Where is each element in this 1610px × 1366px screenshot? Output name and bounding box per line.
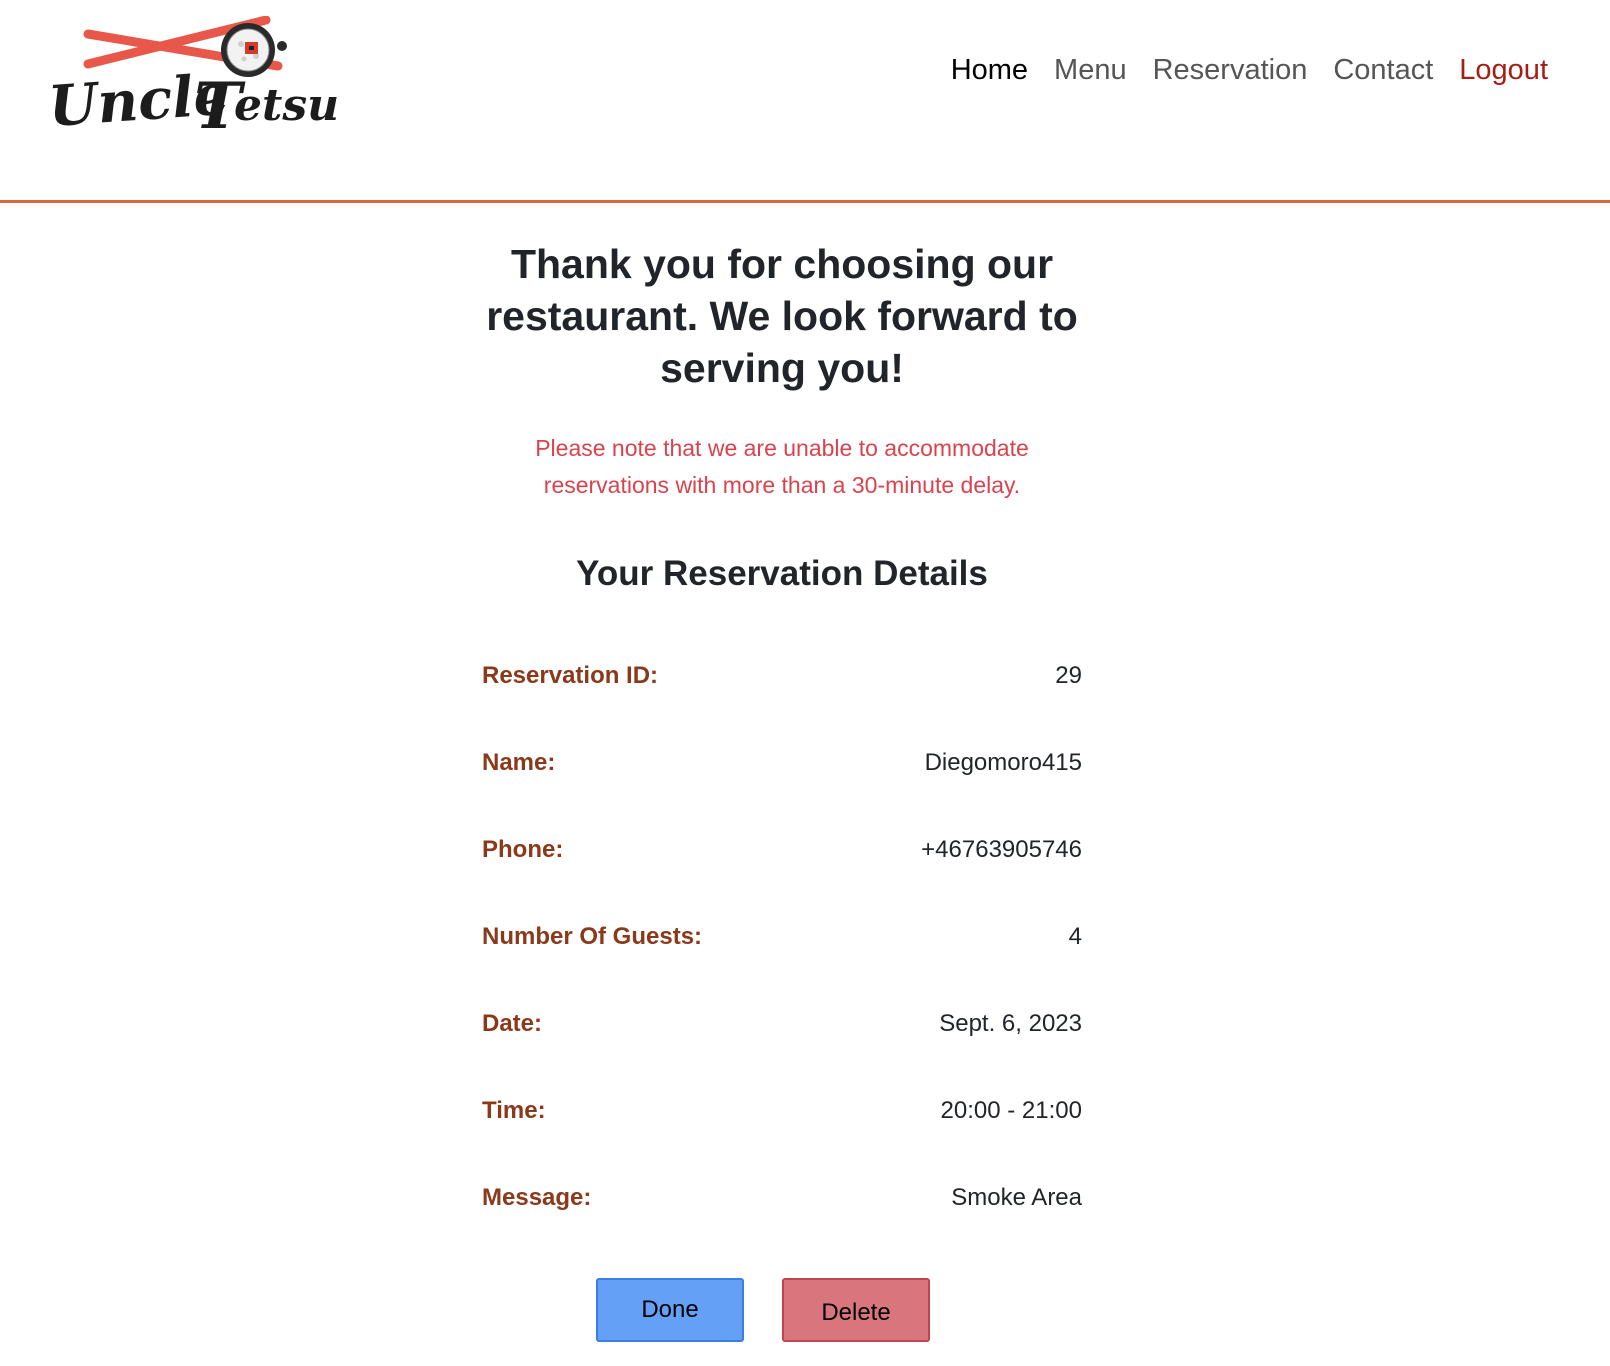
- brand-logo[interactable]: Uncle T etsu: [48, 16, 338, 156]
- action-buttons: Done Delete: [596, 1278, 930, 1342]
- main-nav: Home Menu Reservation Contact Logout: [951, 50, 1548, 90]
- detail-value: 29: [1055, 661, 1082, 689]
- detail-row-message: Message: Smoke Area: [482, 1154, 1082, 1241]
- detail-value: 4: [1068, 922, 1082, 950]
- nav-contact-link[interactable]: Contact: [1333, 50, 1433, 90]
- done-button[interactable]: Done: [596, 1278, 744, 1342]
- detail-row-name: Name: Diegomoro415: [482, 719, 1082, 806]
- detail-row-time: Time: 20:00 - 21:00: [482, 1067, 1082, 1154]
- site-header: Uncle T etsu Home Menu Reservation Conta…: [0, 0, 1610, 203]
- delay-policy-note: Please note that we are unable to accomm…: [535, 435, 1029, 498]
- delete-button[interactable]: Delete: [782, 1278, 930, 1342]
- detail-label: Message:: [482, 1183, 592, 1211]
- detail-label: Phone:: [482, 835, 564, 863]
- detail-value: Sept. 6, 2023: [939, 1009, 1082, 1037]
- detail-value: Diegomoro415: [924, 748, 1082, 776]
- detail-label: Time:: [482, 1096, 546, 1124]
- nav-menu-link[interactable]: Menu: [1054, 50, 1127, 90]
- svg-text:etsu: etsu: [234, 80, 338, 131]
- details-title: Your Reservation Details: [576, 554, 988, 593]
- detail-label: Reservation ID:: [482, 661, 659, 689]
- detail-value: 20:00 - 21:00: [940, 1096, 1082, 1124]
- nav-home-link[interactable]: Home: [951, 50, 1028, 90]
- detail-row-guests: Number Of Guests: 4: [482, 893, 1082, 980]
- detail-label: Number Of Guests:: [482, 922, 703, 950]
- detail-label: Name:: [482, 748, 556, 776]
- nav-logout-link[interactable]: Logout: [1459, 50, 1548, 90]
- nav-reservation-link[interactable]: Reservation: [1153, 50, 1308, 90]
- detail-row-phone: Phone: +46763905746: [482, 806, 1082, 893]
- detail-row-date: Date: Sept. 6, 2023: [482, 980, 1082, 1067]
- detail-value: +46763905746: [921, 835, 1082, 863]
- detail-value: Smoke Area: [951, 1183, 1082, 1211]
- detail-label: Date:: [482, 1009, 543, 1037]
- detail-row-reservation-id: Reservation ID: 29: [482, 632, 1082, 719]
- thank-you-heading: Thank you for choosing our restaurant. W…: [486, 241, 1078, 391]
- reservation-details: Reservation ID: 29 Name: Diegomoro415 Ph…: [482, 632, 1082, 1241]
- uncle-tetsu-logo-icon: Uncle T etsu: [48, 16, 338, 144]
